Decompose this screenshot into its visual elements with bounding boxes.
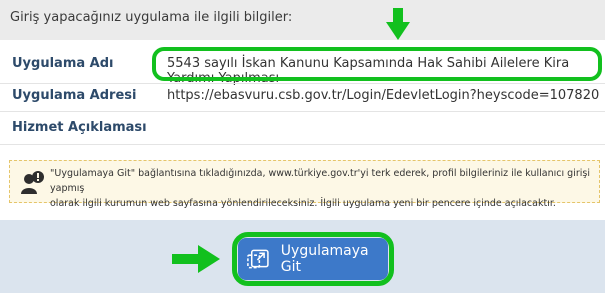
app-name-label: Uygulama Adı <box>12 56 114 71</box>
info-line-2: olarak ilgili kurumun web sayfasına yönl… <box>50 198 556 209</box>
info-box: "Uygulamaya Git" bağlantısına tıkladığın… <box>9 160 600 209</box>
row-divider <box>0 83 605 84</box>
app-address-value: https://ebasvuru.csb.gov.tr/Login/Edevle… <box>167 88 600 103</box>
section-title: Giriş yapacağınız uygulama ile ilgili bi… <box>10 10 293 25</box>
go-to-app-label: Uygulamaya Git <box>280 243 369 275</box>
external-app-icon <box>247 249 269 269</box>
service-description-label: Hizmet Açıklaması <box>12 120 147 135</box>
app-name-highlight <box>152 47 602 81</box>
row-divider <box>0 111 605 112</box>
user-warning-icon <box>21 171 44 194</box>
info-line-1: "Uygulamaya Git" bağlantısına tıkladığın… <box>50 168 590 194</box>
go-to-app-button[interactable]: Uygulamaya Git <box>238 238 388 280</box>
arrow-down-icon <box>386 8 410 40</box>
info-text: "Uygulamaya Git" bağlantısına tıkladığın… <box>50 166 590 211</box>
section-header: Giriş yapacağınız uygulama ile ilgili bi… <box>0 0 605 40</box>
app-address-label: Uygulama Adresi <box>12 88 137 103</box>
row-divider <box>0 144 605 145</box>
arrow-right-icon <box>172 245 220 273</box>
